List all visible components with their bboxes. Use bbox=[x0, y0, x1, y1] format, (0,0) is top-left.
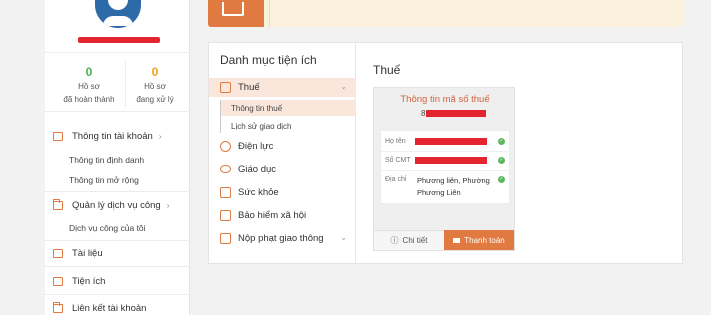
stat-processing-count: 0 bbox=[151, 65, 159, 79]
category-menu: Danh mục tiện ích Thuế ⌄ Thông tin thuế … bbox=[209, 43, 356, 263]
category-social-insurance-label: Bảo hiểm xã hội bbox=[238, 209, 307, 221]
check-icon: ✓ bbox=[498, 138, 505, 145]
nav-linked-accounts-label: Liên kết tài khoản bbox=[72, 302, 147, 314]
nav-account-info-label: Thông tin tài khoản bbox=[72, 130, 153, 142]
nav-separator bbox=[45, 240, 190, 241]
tax-card-title: Thông tin mã số thuế bbox=[400, 94, 490, 105]
submenu-transaction-history-label: Lịch sử giao dịch bbox=[231, 121, 292, 131]
category-traffic-fines-label: Nộp phạt giao thông bbox=[238, 232, 324, 244]
field-address-label: Địa chỉ bbox=[385, 176, 407, 183]
chevron-down-icon[interactable]: ⌄ bbox=[340, 233, 347, 242]
tax-code-redaction bbox=[426, 110, 486, 117]
tax-card-actions: ⓘ Chi tiết Thanh toán bbox=[374, 230, 514, 250]
category-health-label: Sức khỏe bbox=[238, 186, 279, 198]
field-separator bbox=[381, 151, 509, 152]
stat-processing-label-2: đang xử lý bbox=[136, 95, 174, 104]
category-social-insurance[interactable]: Bảo hiểm xã hội bbox=[220, 206, 306, 224]
detail-button[interactable]: ⓘ Chi tiết bbox=[374, 230, 444, 250]
nav-separator bbox=[45, 191, 190, 192]
field-id-label: Số CMT bbox=[385, 157, 411, 164]
document-icon bbox=[53, 248, 63, 258]
category-tax[interactable]: Thuế bbox=[220, 78, 260, 96]
field-address-line1: Phương liên, Phường bbox=[417, 176, 490, 185]
chevron-right-icon: › bbox=[166, 200, 170, 210]
nav-utilities-label: Tiện ích bbox=[72, 275, 106, 287]
insurance-icon bbox=[220, 209, 231, 221]
id-card-icon bbox=[53, 131, 63, 141]
category-health[interactable]: Sức khỏe bbox=[220, 183, 279, 201]
stat-completed-label-1: Hồ sơ bbox=[78, 82, 100, 91]
username-redaction bbox=[78, 37, 160, 43]
avatar[interactable] bbox=[95, 0, 141, 28]
field-name-label: Họ tên bbox=[385, 138, 406, 145]
pay-button[interactable]: Thanh toán bbox=[444, 230, 514, 250]
nav-public-services[interactable]: Quản lý dịch vụ công › bbox=[53, 196, 169, 214]
graduation-cap-icon bbox=[220, 165, 231, 173]
category-title: Danh mục tiện ích bbox=[220, 53, 317, 67]
avatar-shoulder bbox=[103, 16, 133, 26]
banner-divider bbox=[269, 0, 270, 27]
stat-completed-count: 0 bbox=[85, 65, 93, 79]
category-tax-label: Thuế bbox=[238, 81, 260, 93]
stat-processing-label-1: Hồ sơ bbox=[144, 82, 166, 91]
nav-documents-label: Tài liệu bbox=[72, 247, 103, 259]
stats-summary: 0 Hồ sơ đã hoàn thành 0 Hồ sơ đang xử lý bbox=[45, 52, 190, 112]
tax-code-prefix: 8 bbox=[421, 109, 426, 118]
nav-linked-accounts[interactable]: Liên kết tài khoản bbox=[53, 299, 146, 315]
tax-card-fields: Họ tên ✓ Số CMT ✓ Địa chỉ Phương liên, P… bbox=[380, 130, 510, 204]
nav-identity-info[interactable]: Thông tin định danh bbox=[69, 153, 144, 167]
sidebar: 0 Hồ sơ đã hoàn thành 0 Hồ sơ đang xử lý… bbox=[45, 0, 190, 315]
banner-card-icon bbox=[222, 2, 244, 16]
medical-icon bbox=[220, 186, 231, 198]
avatar-face bbox=[108, 0, 128, 10]
tax-heading: Thuế bbox=[373, 63, 401, 77]
submenu-tax-info-label: Thông tin thuế bbox=[231, 103, 283, 113]
app-root: 0 Hồ sơ đã hoàn thành 0 Hồ sơ đang xử lý… bbox=[0, 0, 711, 315]
nav-separator bbox=[45, 294, 190, 295]
category-education-label: Giáo dục bbox=[238, 163, 277, 175]
tax-info-card: Thông tin mã số thuế 8 Họ tên ✓ Số CMT ✓… bbox=[373, 87, 515, 251]
stat-processing[interactable]: 0 Hồ sơ đang xử lý bbox=[119, 65, 191, 105]
payment-card-icon bbox=[453, 237, 461, 243]
nav-my-services-label: Dịch vụ công của tôi bbox=[69, 223, 146, 233]
stat-completed[interactable]: 0 Hồ sơ đã hoàn thành bbox=[53, 65, 125, 105]
category-electricity[interactable]: Điện lực bbox=[220, 137, 273, 155]
traffic-icon bbox=[220, 232, 231, 244]
banner bbox=[208, 0, 683, 27]
check-icon: ✓ bbox=[498, 157, 505, 164]
banner-tile bbox=[208, 0, 264, 27]
nav-account-info[interactable]: Thông tin tài khoản › bbox=[53, 127, 161, 145]
stat-completed-label-2: đã hoàn thành bbox=[63, 95, 115, 104]
field-id-redaction bbox=[415, 157, 487, 164]
submenu-transaction-history[interactable]: Lịch sử giao dịch bbox=[231, 119, 292, 133]
chevron-right-icon: › bbox=[158, 131, 162, 141]
chevron-down-icon[interactable]: ⌄ bbox=[340, 82, 347, 91]
info-circle-icon: ⓘ bbox=[390, 236, 399, 245]
field-address-line2: Phương Liên bbox=[417, 188, 461, 197]
document-icon bbox=[220, 81, 231, 93]
nav-public-services-label: Quản lý dịch vụ công bbox=[72, 199, 161, 211]
field-separator bbox=[381, 170, 509, 171]
nav-documents[interactable]: Tài liệu bbox=[53, 244, 103, 262]
folder-icon bbox=[53, 301, 63, 313]
submenu-tax-info[interactable]: Thông tin thuế bbox=[231, 101, 282, 115]
nav-separator bbox=[45, 266, 190, 267]
field-name-redaction bbox=[415, 138, 487, 145]
folder-icon bbox=[53, 198, 63, 210]
nav-identity-info-label: Thông tin định danh bbox=[69, 155, 145, 165]
category-education[interactable]: Giáo dục bbox=[220, 160, 276, 178]
utility-panel: Danh mục tiện ích Thuế ⌄ Thông tin thuế … bbox=[208, 42, 683, 264]
nav-extended-info-label: Thông tin mở rộng bbox=[69, 175, 139, 185]
check-icon: ✓ bbox=[498, 176, 505, 183]
nav-extended-info[interactable]: Thông tin mở rộng bbox=[69, 173, 139, 187]
category-traffic-fines[interactable]: Nộp phạt giao thông bbox=[220, 229, 324, 247]
pay-button-label: Thanh toán bbox=[464, 235, 505, 245]
category-electricity-label: Điện lực bbox=[238, 140, 274, 152]
lightning-icon bbox=[220, 140, 231, 152]
utilities-icon bbox=[53, 276, 63, 286]
nav-utilities[interactable]: Tiện ích bbox=[53, 272, 105, 290]
detail-button-label: Chi tiết bbox=[402, 236, 428, 245]
nav-my-services[interactable]: Dịch vụ công của tôi bbox=[69, 221, 146, 235]
